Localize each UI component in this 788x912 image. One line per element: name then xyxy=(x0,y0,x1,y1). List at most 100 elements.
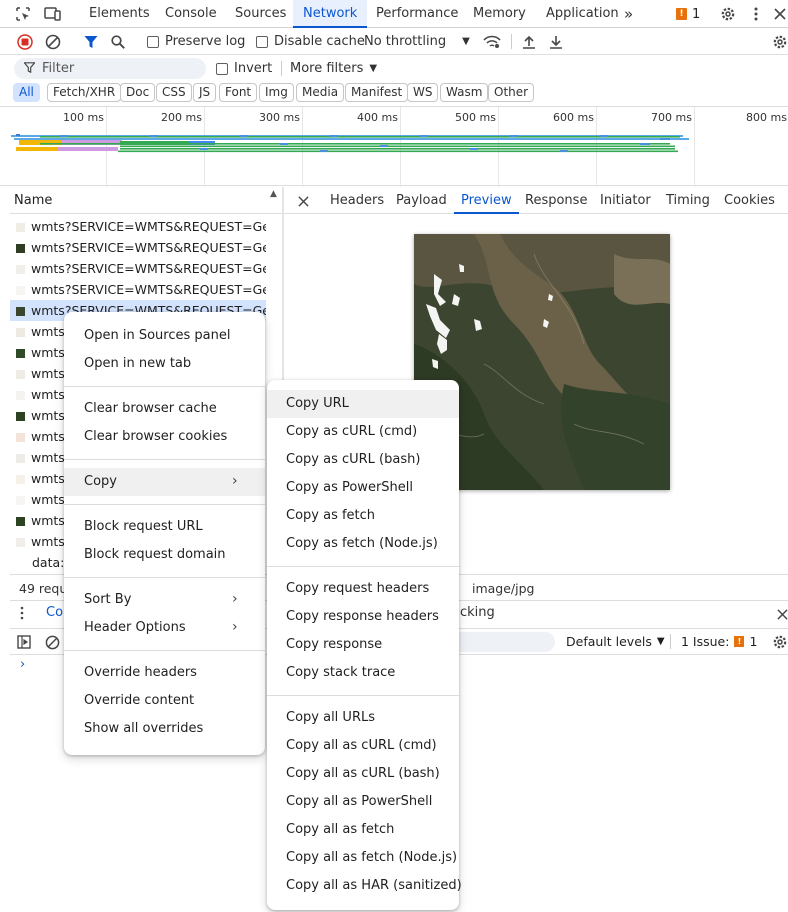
menu-copy-response[interactable]: Copy response xyxy=(286,631,382,659)
throttling-select[interactable]: No throttling ▼ xyxy=(364,34,470,49)
more-tabs-button[interactable]: » xyxy=(624,0,633,28)
export-har-icon[interactable] xyxy=(547,33,564,50)
menu-copy-all-har[interactable]: Copy all as HAR (sanitized) xyxy=(286,872,462,900)
menu-copy-all-curl-cmd[interactable]: Copy all as cURL (cmd) xyxy=(286,732,437,760)
type-filter-css[interactable]: CSS xyxy=(156,83,192,102)
console-filter-input[interactable] xyxy=(450,632,555,652)
preserve-log-checkbox[interactable]: Preserve log xyxy=(147,34,245,49)
type-filter-manifest[interactable]: Manifest xyxy=(345,83,409,102)
type-filter-fetch-xhr[interactable]: Fetch/XHR xyxy=(47,83,122,102)
disable-cache-box[interactable] xyxy=(256,35,268,48)
menu-copy-stack-trace[interactable]: Copy stack trace xyxy=(286,659,395,687)
inspect-element-icon[interactable] xyxy=(14,5,32,23)
tab-preview[interactable]: Preview xyxy=(454,187,519,214)
menu-open-in-new-tab[interactable]: Open in new tab xyxy=(84,350,191,378)
clear-icon[interactable] xyxy=(44,33,61,50)
log-levels-select[interactable]: Default levels ▼ xyxy=(566,634,665,649)
invert-box[interactable] xyxy=(216,62,228,75)
request-row[interactable]: wmts?SERVICE=WMTS&REQUEST=Ge... xyxy=(10,279,266,300)
menu-show-all-overrides[interactable]: Show all overrides xyxy=(84,715,203,743)
tab-initiator[interactable]: Initiator xyxy=(600,187,651,214)
name-column-header[interactable]: Name xyxy=(14,193,52,208)
menu-block-domain[interactable]: Block request domain xyxy=(84,541,226,569)
menu-copy-all-fetch-node[interactable]: Copy all as fetch (Node.js) xyxy=(286,844,457,872)
request-row[interactable]: wmts?SERVICE=WMTS&REQUEST=Ge... xyxy=(10,216,266,237)
menu-block-url[interactable]: Block request URL xyxy=(84,513,203,541)
type-filter-ws[interactable]: WS xyxy=(407,83,439,102)
tab-application[interactable]: Application xyxy=(537,0,628,28)
filter-funnel-icon[interactable] xyxy=(82,33,99,50)
request-row[interactable]: wmts?SERVICE=WMTS&REQUEST=Ge... xyxy=(10,258,266,279)
drawer-tab-console[interactable]: Co xyxy=(46,605,63,620)
request-name: wmts xyxy=(31,387,65,402)
menu-override-content[interactable]: Override content xyxy=(84,687,194,715)
sidebar-toggle-icon[interactable] xyxy=(16,634,32,650)
type-filter-all[interactable]: All xyxy=(13,83,40,102)
type-filter-font[interactable]: Font xyxy=(219,83,258,102)
tab-headers[interactable]: Headers xyxy=(330,187,384,214)
disable-cache-checkbox[interactable]: Disable cache xyxy=(256,34,365,49)
menu-copy-response-headers[interactable]: Copy response headers xyxy=(286,603,439,631)
tab-timing[interactable]: Timing xyxy=(666,187,710,214)
menu-copy-fetch-node[interactable]: Copy as fetch (Node.js) xyxy=(286,530,438,558)
console-issues-button[interactable]: 1 Issue: ! 1 xyxy=(681,634,757,649)
gear-icon[interactable] xyxy=(719,5,737,23)
close-detail-icon[interactable] xyxy=(296,194,310,208)
menu-copy-url[interactable]: Copy URL xyxy=(286,390,349,418)
clear-console-icon[interactable] xyxy=(44,634,60,650)
tab-sources[interactable]: Sources xyxy=(226,0,295,28)
kebab-menu-icon[interactable] xyxy=(747,5,765,23)
record-stop-icon[interactable] xyxy=(16,33,33,50)
menu-copy-all-urls[interactable]: Copy all URLs xyxy=(286,704,375,732)
type-filter-media[interactable]: Media xyxy=(296,83,345,102)
console-settings-gear-icon[interactable] xyxy=(772,634,788,650)
menu-copy-all-fetch[interactable]: Copy all as fetch xyxy=(286,816,394,844)
chevron-down-icon: ▼ xyxy=(656,636,665,647)
preserve-log-box[interactable] xyxy=(147,35,159,48)
request-row[interactable]: wmts?SERVICE=WMTS&REQUEST=Ge... xyxy=(10,237,266,258)
menu-clear-cookies[interactable]: Clear browser cookies xyxy=(84,423,227,451)
tab-memory[interactable]: Memory xyxy=(464,0,535,28)
search-icon[interactable] xyxy=(109,33,126,50)
issues-badge[interactable]: ! 1 xyxy=(676,6,700,22)
menu-override-headers[interactable]: Override headers xyxy=(84,659,197,687)
tab-console[interactable]: Console xyxy=(156,0,226,28)
type-filter-doc[interactable]: Doc xyxy=(120,83,156,102)
menu-header-options[interactable]: Header Options xyxy=(84,614,186,642)
menu-copy-highlight[interactable]: Copy › xyxy=(64,468,265,496)
filter-input-box[interactable]: Filter xyxy=(14,58,206,79)
invert-checkbox[interactable]: Invert xyxy=(216,61,272,76)
tab-elements[interactable]: Elements xyxy=(80,0,159,28)
menu-copy-request-headers[interactable]: Copy request headers xyxy=(286,575,429,603)
import-har-icon[interactable] xyxy=(520,33,537,50)
drawer-tab-tracking[interactable]: cking xyxy=(460,605,495,620)
type-filter-other[interactable]: Other xyxy=(488,83,535,102)
more-filters-button[interactable]: More filters ▼ xyxy=(290,61,377,76)
type-filter-js[interactable]: JS xyxy=(193,83,217,102)
menu-copy-all-powershell[interactable]: Copy all as PowerShell xyxy=(286,788,432,816)
menu-copy-fetch[interactable]: Copy as fetch xyxy=(286,502,375,530)
tab-cookies[interactable]: Cookies xyxy=(724,187,775,214)
menu-sort-by[interactable]: Sort By xyxy=(84,586,131,614)
tab-network[interactable]: Network xyxy=(293,0,368,28)
console-prompt-icon[interactable]: › xyxy=(20,657,25,672)
network-conditions-icon[interactable] xyxy=(482,33,502,50)
tab-response[interactable]: Response xyxy=(525,187,587,214)
menu-copy-powershell[interactable]: Copy as PowerShell xyxy=(286,474,413,502)
type-filter-wasm[interactable]: Wasm xyxy=(440,83,489,102)
menu-open-in-sources[interactable]: Open in Sources panel xyxy=(84,322,230,350)
network-settings-gear-icon[interactable] xyxy=(772,33,788,50)
type-filter-img[interactable]: Img xyxy=(259,83,294,102)
menu-clear-cache[interactable]: Clear browser cache xyxy=(84,395,217,423)
menu-copy[interactable]: Copy xyxy=(84,468,117,496)
device-toolbar-icon[interactable] xyxy=(44,5,62,23)
tab-performance[interactable]: Performance xyxy=(367,0,467,28)
menu-copy-all-curl-bash[interactable]: Copy all as cURL (bash) xyxy=(286,760,440,788)
close-drawer-icon[interactable] xyxy=(776,608,788,620)
close-devtools-icon[interactable] xyxy=(772,5,788,23)
tab-payload[interactable]: Payload xyxy=(396,187,447,214)
timeline-overview[interactable]: 100 ms 200 ms 300 ms 400 ms 500 ms 600 m… xyxy=(0,106,788,187)
menu-copy-curl-cmd[interactable]: Copy as cURL (cmd) xyxy=(286,418,417,446)
menu-copy-curl-bash[interactable]: Copy as cURL (bash) xyxy=(286,446,420,474)
drawer-menu-icon[interactable] xyxy=(18,606,26,620)
